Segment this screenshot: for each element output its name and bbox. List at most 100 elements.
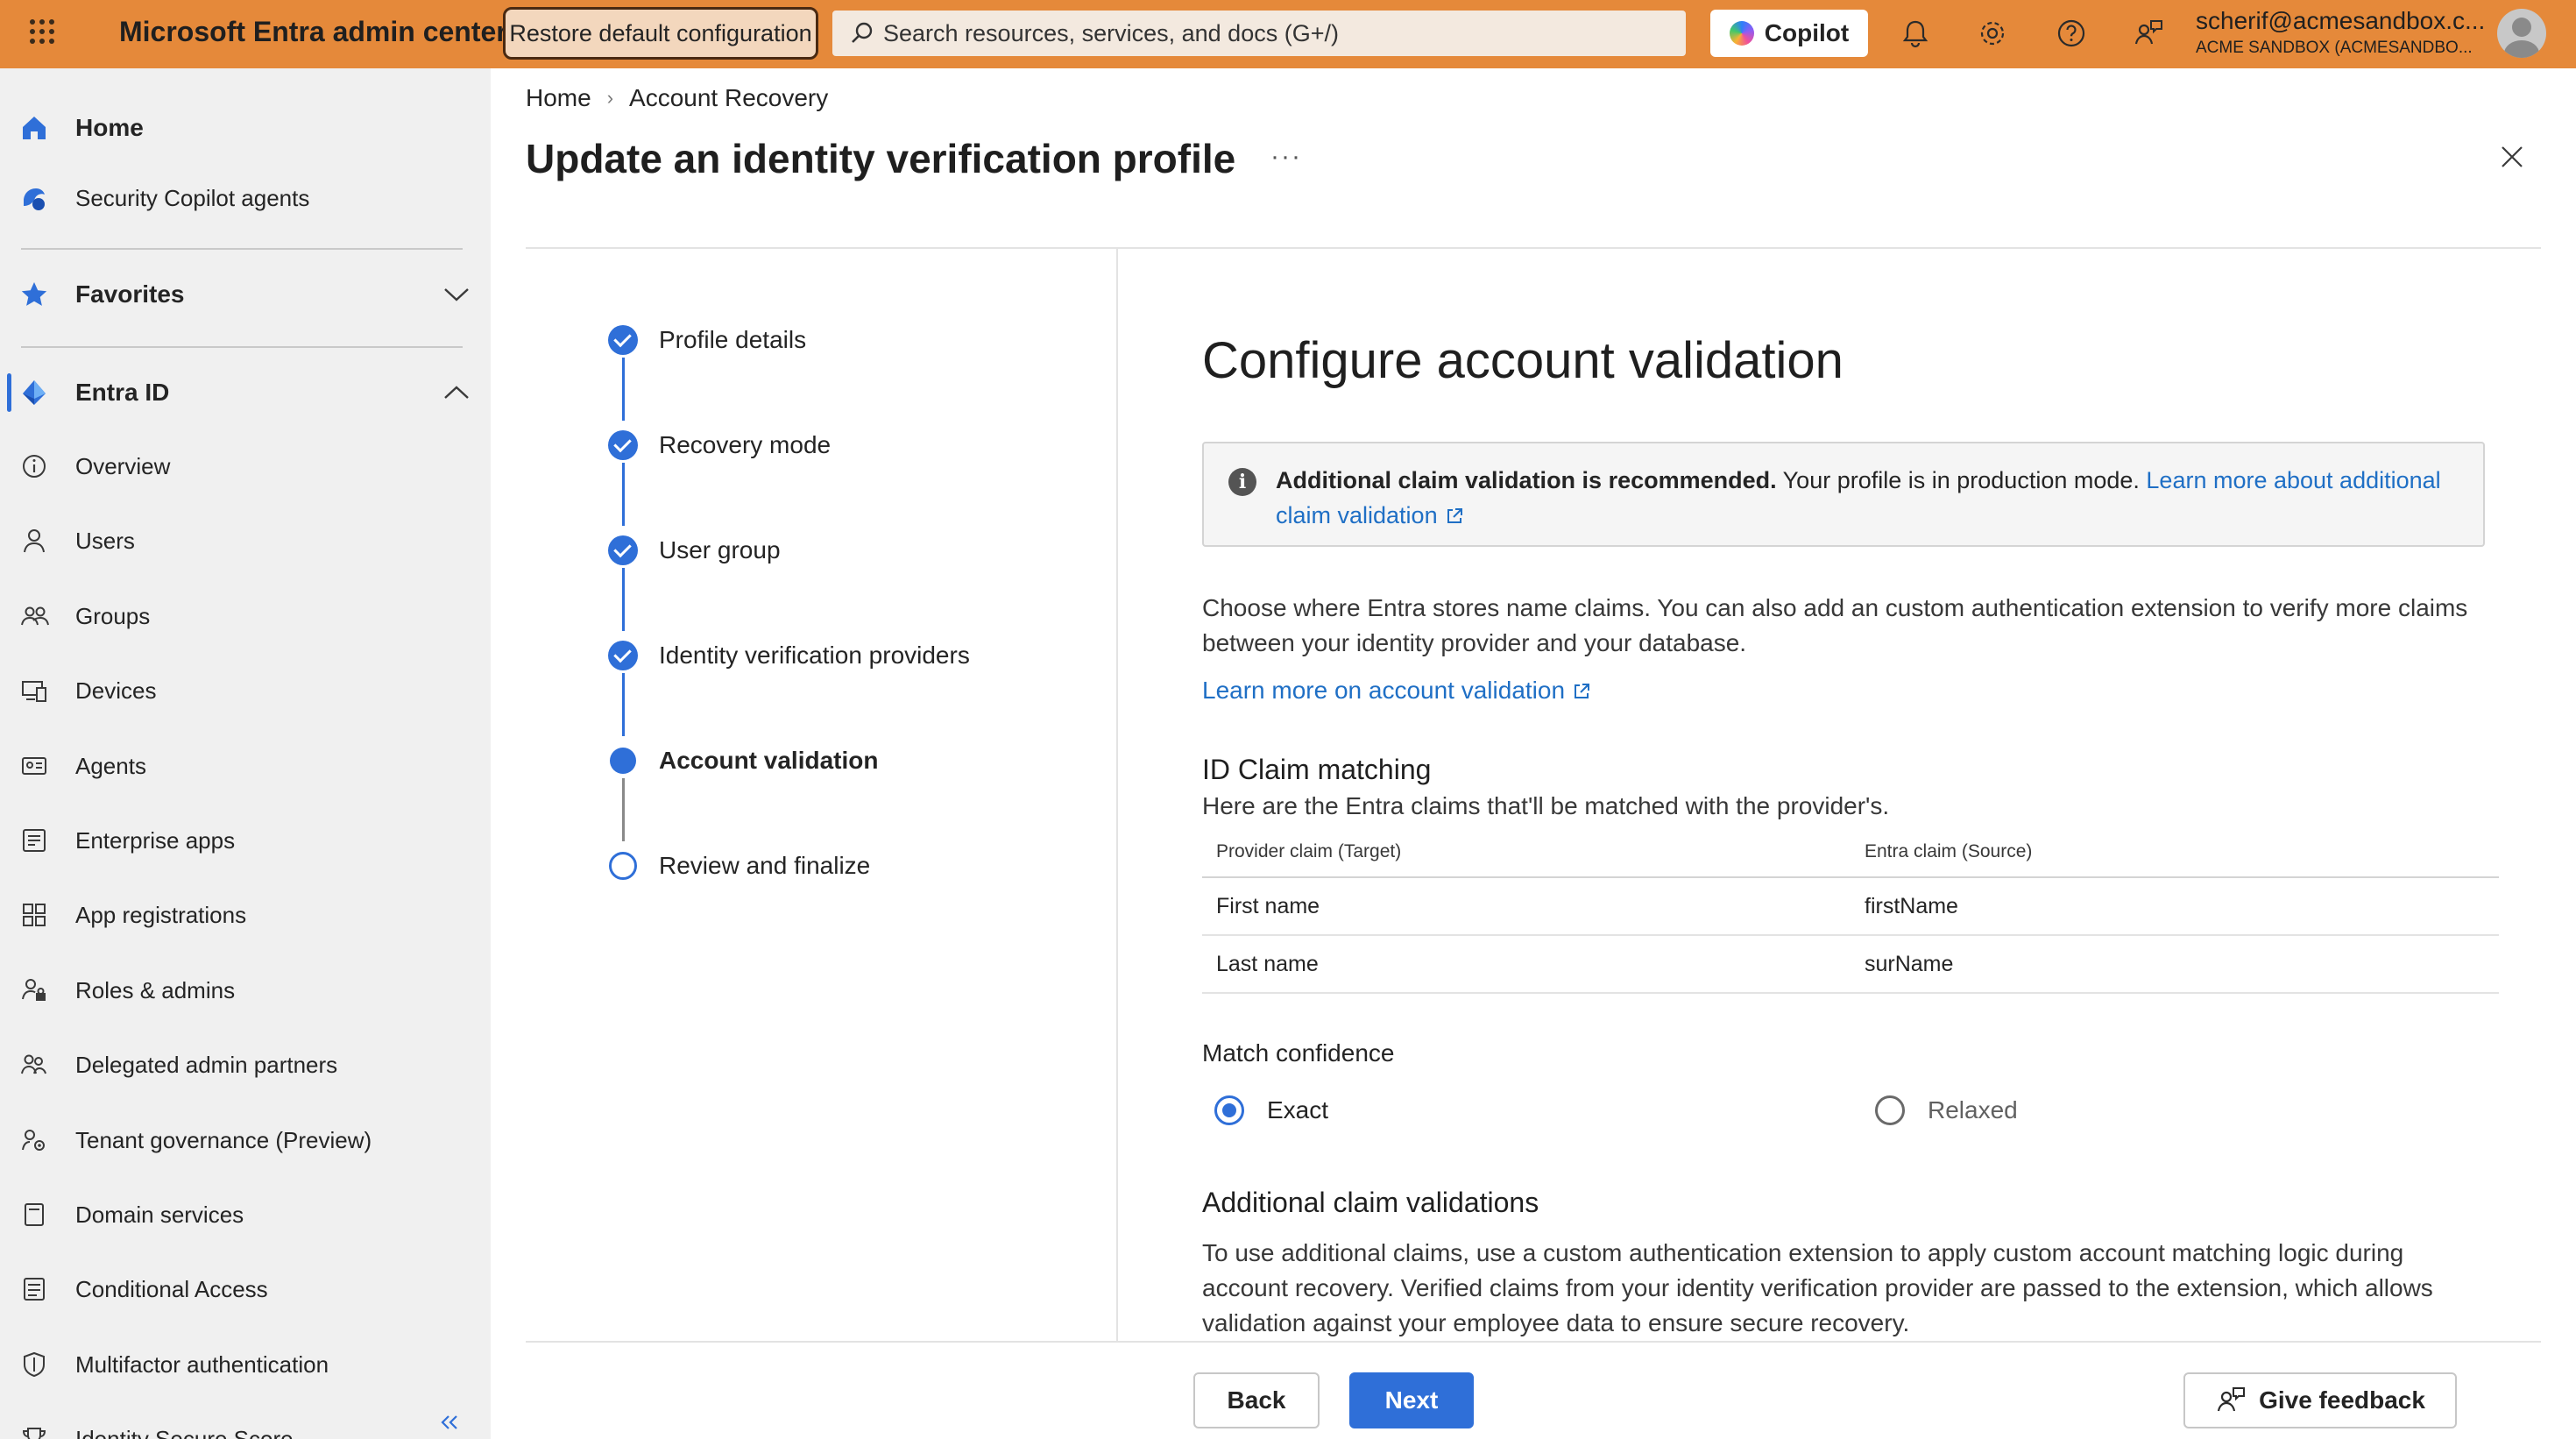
id-claim-matching-heading: ID Claim matching bbox=[1202, 754, 1432, 785]
security-copilot-icon bbox=[24, 188, 45, 210]
sidebar-item-conditional-access[interactable]: Conditional Access bbox=[0, 1261, 491, 1317]
info-icon: i bbox=[1228, 468, 1256, 496]
step-label: Account validation bbox=[659, 747, 879, 774]
claim-table: Provider claim (Target) Entra claim (Sou… bbox=[1202, 831, 2499, 994]
sidebar-item-agents[interactable]: Agents bbox=[0, 738, 491, 794]
divider bbox=[526, 1341, 2541, 1343]
sidebar-item-label: Overview bbox=[75, 452, 171, 479]
sidebar-item-tenant-governance-preview[interactable]: Tenant governance (Preview) bbox=[0, 1112, 491, 1168]
avatar[interactable] bbox=[2497, 9, 2546, 58]
partners-icon bbox=[21, 1054, 46, 1074]
info-message-bar: i Additional claim validation is recomme… bbox=[1202, 442, 2485, 547]
sidebar-item-label: Tenant governance (Preview) bbox=[75, 1126, 372, 1153]
close-icon[interactable] bbox=[2497, 142, 2527, 172]
current-step-icon bbox=[610, 748, 636, 774]
next-button[interactable]: Next bbox=[1349, 1372, 1474, 1428]
sidebar-item-app-registrations[interactable]: App registrations bbox=[0, 887, 491, 943]
sidebar-item-label: Entra ID bbox=[75, 379, 170, 406]
sidebar-item-users[interactable]: Users bbox=[0, 513, 491, 569]
external-link-icon bbox=[1447, 508, 1462, 523]
learn-more-account-validation-link[interactable]: Learn more on account validation bbox=[1202, 677, 1591, 705]
breadcrumb-account-recovery[interactable]: Account Recovery bbox=[629, 84, 828, 112]
radio-label: Relaxed bbox=[1928, 1096, 2018, 1124]
sidebar-item-identity-secure-score[interactable]: Identity Secure Score bbox=[0, 1411, 491, 1439]
radio-exact[interactable]: Exact bbox=[1214, 1095, 1328, 1125]
table-cell: First name bbox=[1216, 894, 1320, 918]
radio-selected-icon bbox=[1214, 1095, 1244, 1125]
devices-icon bbox=[22, 681, 46, 702]
sidebar-item-label: Home bbox=[75, 114, 144, 141]
info-message: Additional claim validation is recommend… bbox=[1276, 463, 2467, 533]
more-options-icon[interactable]: ··· bbox=[1270, 142, 1302, 172]
gear-icon[interactable] bbox=[1977, 18, 2008, 49]
step-connector bbox=[622, 673, 625, 736]
help-icon[interactable] bbox=[2056, 18, 2087, 49]
id-claim-matching-subtitle: Here are the Entra claims that'll be mat… bbox=[1202, 792, 1890, 819]
collapse-sidebar-icon[interactable] bbox=[436, 1409, 463, 1435]
chevron-down-icon[interactable] bbox=[442, 280, 471, 309]
shield-icon bbox=[24, 1351, 45, 1378]
step-connector bbox=[622, 778, 625, 841]
feedback-icon[interactable] bbox=[2133, 18, 2164, 49]
copilot-label: Copilot bbox=[1764, 19, 1850, 46]
sidebar-item-favorites[interactable]: Favorites bbox=[0, 266, 491, 323]
sidebar-item-enterprise-apps[interactable]: Enterprise apps bbox=[0, 812, 491, 868]
sidebar-item-multifactor-authentication[interactable]: Multifactor authentication bbox=[0, 1336, 491, 1393]
table-header: Provider claim (Target) Entra claim (Sou… bbox=[1202, 831, 2499, 878]
agents-icon bbox=[22, 757, 46, 775]
breadcrumb-home[interactable]: Home bbox=[526, 84, 591, 112]
copilot-button[interactable]: Copilot bbox=[1710, 10, 1868, 57]
chevron-up-icon[interactable] bbox=[442, 378, 471, 408]
step-label: Profile details bbox=[659, 326, 807, 353]
back-button[interactable]: Back bbox=[1193, 1372, 1320, 1428]
step-label: Review and finalize bbox=[659, 852, 871, 879]
groups-icon bbox=[21, 606, 49, 626]
bell-icon[interactable] bbox=[1900, 18, 1931, 49]
search-input[interactable]: Search resources, services, and docs (G+… bbox=[832, 11, 1686, 56]
account-menu[interactable]: scherif@acmesandbox.c... ACME SANDBOX (A… bbox=[2196, 7, 2485, 58]
sidebar-item-label: Domain services bbox=[75, 1201, 244, 1228]
sidebar-item-label: Identity Secure Score bbox=[75, 1425, 294, 1439]
home-icon bbox=[23, 117, 46, 139]
sidebar-item-label: Conditional Access bbox=[75, 1275, 268, 1302]
waffle-icon[interactable] bbox=[30, 19, 54, 44]
sidebar-item-security-copilot[interactable]: Security Copilot agents bbox=[0, 170, 491, 226]
roles-icon bbox=[22, 979, 46, 1001]
account-email: scherif@acmesandbox.c... bbox=[2196, 7, 2485, 34]
column-header: Entra claim (Source) bbox=[1865, 841, 2033, 861]
sidebar-item-home[interactable]: Home bbox=[0, 100, 491, 156]
check-circle-icon bbox=[608, 430, 638, 460]
give-feedback-button[interactable]: Give feedback bbox=[2183, 1372, 2457, 1428]
chevron-right-icon: › bbox=[606, 87, 614, 109]
divider bbox=[21, 346, 463, 348]
app-title[interactable]: Microsoft Entra admin center bbox=[119, 16, 507, 48]
enterprise-apps-icon bbox=[23, 829, 46, 852]
sidebar-item-entra-id[interactable]: Entra ID bbox=[0, 365, 491, 421]
radio-relaxed[interactable]: Relaxed bbox=[1875, 1095, 2018, 1125]
sidebar-item-label: Devices bbox=[75, 677, 157, 704]
sidebar-item-domain-services[interactable]: Domain services bbox=[0, 1187, 491, 1243]
section-title: Configure account validation bbox=[1202, 332, 1844, 389]
sidebar-item-roles-admins[interactable]: Roles & admins bbox=[0, 962, 491, 1018]
sidebar-item-label: Groups bbox=[75, 602, 151, 629]
account-tenant: ACME SANDBOX (ACMESANDBO... bbox=[2196, 39, 2473, 57]
restore-default-button[interactable]: Restore default configuration bbox=[503, 7, 818, 60]
star-icon bbox=[21, 282, 47, 306]
additional-claim-validations-heading: Additional claim validations bbox=[1202, 1187, 1539, 1218]
conditional-access-icon bbox=[24, 1278, 45, 1301]
trophy-icon bbox=[22, 1428, 46, 1439]
sidebar-item-delegated-admin-partners[interactable]: Delegated admin partners bbox=[0, 1037, 491, 1093]
user-icon bbox=[24, 529, 45, 553]
step-label: User group bbox=[659, 536, 781, 564]
sidebar-item-groups[interactable]: Groups bbox=[0, 588, 491, 644]
table-cell: surName bbox=[1865, 952, 1954, 976]
additional-claim-validations-text: To use additional claims, use a custom a… bbox=[1202, 1239, 2433, 1336]
table-cell: Last name bbox=[1216, 952, 1319, 976]
sidebar-item-overview[interactable]: Overview bbox=[0, 438, 491, 494]
step-label: Recovery mode bbox=[659, 431, 832, 458]
sidebar-item-devices[interactable]: Devices bbox=[0, 663, 491, 719]
app-registrations-icon bbox=[23, 904, 46, 926]
entra-id-icon bbox=[23, 380, 46, 405]
step-label: Identity verification providers bbox=[659, 642, 970, 669]
sidebar: Home Security Copilot agents Favorites E… bbox=[0, 68, 491, 1439]
